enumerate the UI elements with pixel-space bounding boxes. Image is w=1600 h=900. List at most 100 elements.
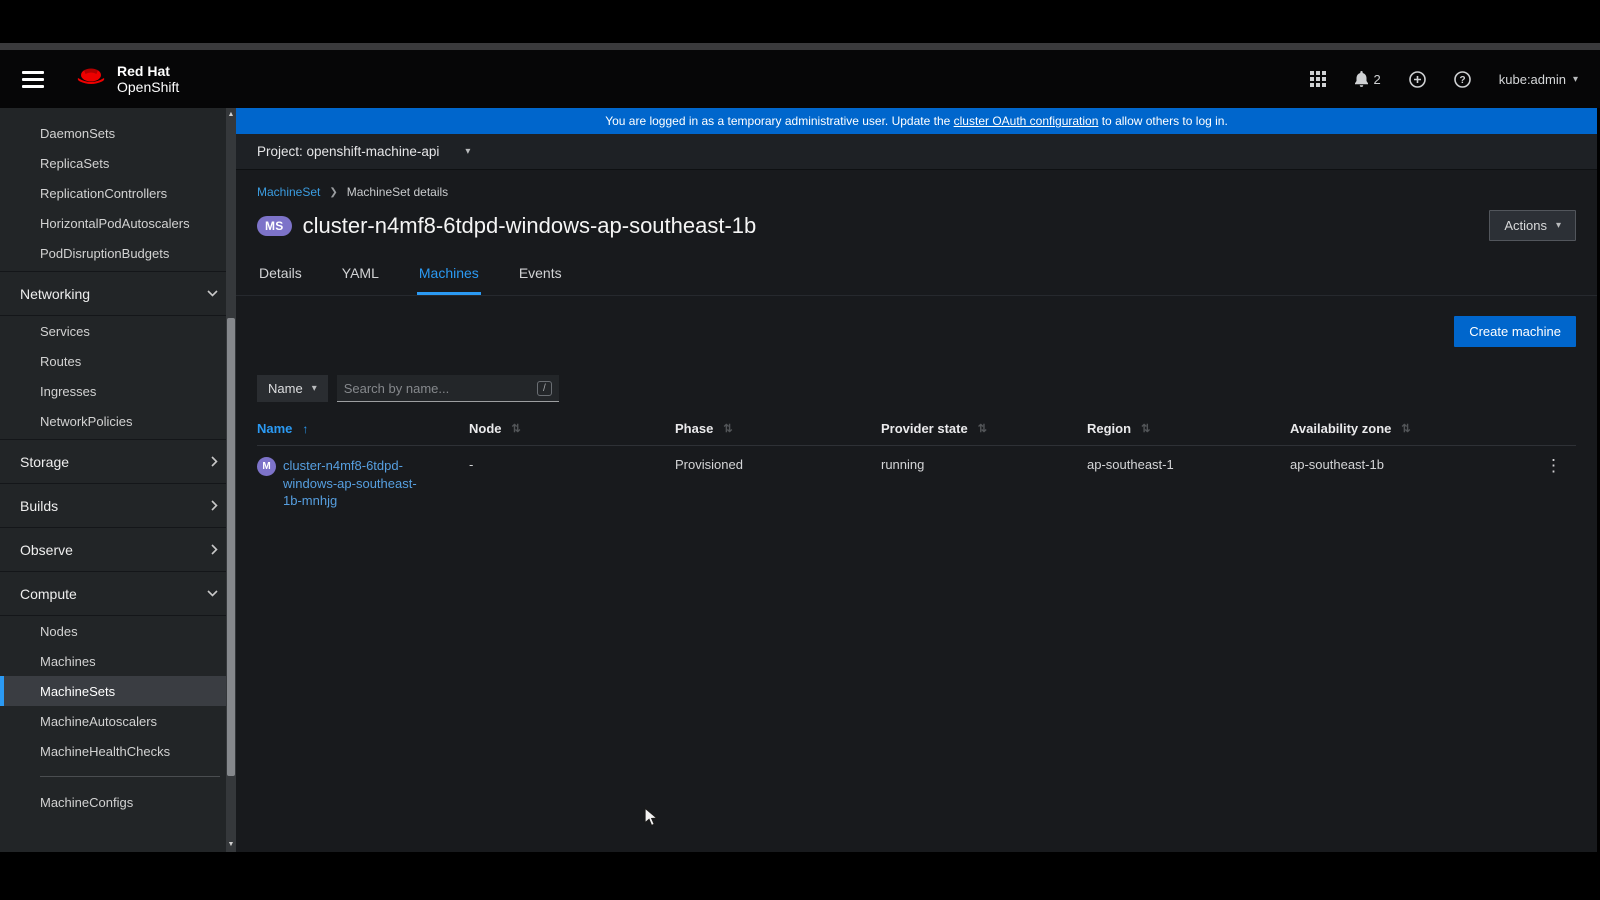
machineset-resource-badge: MS (257, 216, 292, 236)
sidebar-scrollbar[interactable]: ▲ ▼ (226, 108, 236, 852)
app-launcher-icon[interactable] (1310, 71, 1326, 87)
chevron-down-icon: ▾ (312, 383, 317, 394)
machine-name-link[interactable]: cluster-n4mf8-6tdpd-windows-ap-southeast… (283, 457, 433, 510)
sidebar-item-label: MachineConfigs (40, 795, 133, 810)
content-area: You are logged in as a temporary adminis… (236, 108, 1597, 852)
masthead-toolbar: 2 ? kube:admin ▾ (1310, 71, 1578, 88)
sidebar-item-daemonsets[interactable]: DaemonSets (0, 118, 236, 148)
row-kebab-menu-icon[interactable]: ⋮ (1500, 457, 1576, 510)
node-cell: - (469, 457, 675, 510)
sidebar-item-poddisruptionbudgets[interactable]: PodDisruptionBudgets (0, 238, 236, 268)
chevron-right-icon (211, 456, 218, 467)
sidebar-item-label: HorizontalPodAutoscalers (40, 216, 190, 231)
sidebar-item-machineconfigs[interactable]: MachineConfigs (0, 787, 236, 817)
sidebar-item-replicationcontrollers[interactable]: ReplicationControllers (0, 178, 236, 208)
sidebar-item-label: MachineSets (40, 684, 115, 699)
sort-ascending-icon: ↑ (302, 422, 308, 436)
page-title: cluster-n4mf8-6tdpd-windows-ap-southeast… (303, 213, 757, 239)
search-shortcut-key: / (537, 381, 552, 396)
chevron-down-icon: ▾ (1556, 220, 1561, 231)
sidebar-item-nodes[interactable]: Nodes (0, 616, 236, 646)
column-header-name[interactable]: Name ↑ (257, 421, 469, 436)
actions-dropdown-button[interactable]: Actions ▾ (1489, 210, 1576, 241)
cluster-oauth-configuration-link[interactable]: cluster OAuth configuration (954, 114, 1099, 128)
sidebar-item-label: NetworkPolicies (40, 414, 132, 429)
banner-text-before: You are logged in as a temporary adminis… (605, 114, 953, 128)
quick-create-plus-icon[interactable] (1409, 71, 1426, 88)
scrollbar-down-arrow-icon[interactable]: ▼ (226, 840, 236, 850)
column-header-availability-zone[interactable]: Availability zone ⇅ (1290, 421, 1500, 436)
sidebar-item-machines[interactable]: Machines (0, 646, 236, 676)
app-body: DaemonSets ReplicaSets ReplicationContro… (0, 108, 1597, 852)
sidebar-section-builds[interactable]: Builds (0, 483, 236, 528)
breadcrumb-machineset-link[interactable]: MachineSet (257, 185, 320, 199)
sidebar-section-label: Networking (20, 286, 90, 302)
region-cell: ap-southeast-1 (1087, 457, 1290, 510)
sidebar-item-label: Nodes (40, 624, 78, 639)
sort-icon: ⇅ (1141, 422, 1150, 435)
sidebar-item-replicasets[interactable]: ReplicaSets (0, 148, 236, 178)
column-header-actions (1500, 421, 1576, 436)
nav-toggle-hamburger-icon[interactable] (22, 71, 44, 88)
sidebar-item-networkpolicies[interactable]: NetworkPolicies (0, 406, 236, 436)
scrollbar-thumb[interactable] (227, 318, 235, 776)
tab-events[interactable]: Events (517, 256, 564, 295)
sidebar-item-label: PodDisruptionBudgets (40, 246, 169, 261)
sidebar-item-machineautoscalers[interactable]: MachineAutoscalers (0, 706, 236, 736)
sidebar-section-networking[interactable]: Networking (0, 271, 236, 316)
create-machine-button[interactable]: Create machine (1454, 316, 1576, 347)
actions-label: Actions (1504, 218, 1547, 233)
sidebar-item-label: ReplicationControllers (40, 186, 167, 201)
sidebar-item-routes[interactable]: Routes (0, 346, 236, 376)
banner-text-after: to allow others to log in. (1098, 114, 1227, 128)
sidebar-item-horizontalpodautoscalers[interactable]: HorizontalPodAutoscalers (0, 208, 236, 238)
title-row: MS cluster-n4mf8-6tdpd-windows-ap-southe… (257, 210, 1576, 241)
user-menu[interactable]: kube:admin ▾ (1499, 72, 1578, 87)
mouse-cursor (644, 807, 660, 834)
search-input[interactable] (344, 381, 537, 396)
sidebar-item-label: Machines (40, 654, 96, 669)
tab-details[interactable]: Details (257, 256, 304, 295)
tab-machines[interactable]: Machines (417, 256, 481, 295)
sidebar-item-machinesets[interactable]: MachineSets (0, 676, 236, 706)
availability-zone-cell: ap-southeast-1b (1290, 457, 1500, 510)
phase-cell: Provisioned (675, 457, 881, 510)
masthead: Red Hat OpenShift 2 ? kube:admin ▾ (0, 50, 1600, 108)
sidebar-item-machinehealthchecks[interactable]: MachineHealthChecks (0, 736, 236, 766)
table-row: M cluster-n4mf8-6tdpd-windows-ap-southea… (257, 446, 1576, 524)
sidebar-section-compute[interactable]: Compute (0, 571, 236, 616)
tab-yaml[interactable]: YAML (340, 256, 381, 295)
help-icon[interactable]: ? (1454, 71, 1471, 88)
breadcrumb: MachineSet ❯ MachineSet details (257, 185, 1576, 199)
sidebar-item-label: ReplicaSets (40, 156, 109, 171)
column-header-region[interactable]: Region ⇅ (1087, 421, 1290, 436)
sidebar-item-label: Routes (40, 354, 81, 369)
sidebar-section-observe[interactable]: Observe (0, 527, 236, 572)
page-header: MachineSet ❯ MachineSet details MS clust… (236, 170, 1597, 241)
brand-line1: Red Hat (117, 63, 179, 79)
notification-count: 2 (1374, 72, 1381, 87)
sidebar-section-storage[interactable]: Storage (0, 439, 236, 484)
sidebar-divider (40, 776, 220, 777)
username: kube:admin (1499, 72, 1566, 87)
filter-type-dropdown[interactable]: Name ▾ (257, 375, 328, 402)
sidebar-section-label: Builds (20, 498, 58, 514)
breadcrumb-separator-icon: ❯ (329, 187, 337, 198)
sidebar-nav: DaemonSets ReplicaSets ReplicationContro… (0, 108, 236, 852)
scrollbar-up-arrow-icon[interactable]: ▲ (226, 110, 236, 120)
provider-state-cell: running (881, 457, 1087, 510)
sidebar-item-label: MachineAutoscalers (40, 714, 157, 729)
column-header-node[interactable]: Node ⇅ (469, 421, 675, 436)
sort-icon: ⇅ (1401, 422, 1410, 435)
sort-icon: ⇅ (512, 422, 521, 435)
notifications-bell-icon[interactable]: 2 (1354, 71, 1381, 87)
brand-text: Red Hat OpenShift (117, 63, 179, 95)
sidebar-item-label: DaemonSets (40, 126, 115, 141)
brand-logo: Red Hat OpenShift (74, 63, 179, 95)
project-selector[interactable]: Project: openshift-machine-api ▾ (236, 134, 1597, 170)
sidebar-section-label: Compute (20, 586, 77, 602)
sidebar-item-services[interactable]: Services (0, 316, 236, 346)
sidebar-item-ingresses[interactable]: Ingresses (0, 376, 236, 406)
column-header-provider-state[interactable]: Provider state ⇅ (881, 421, 1087, 436)
column-header-phase[interactable]: Phase ⇅ (675, 421, 881, 436)
